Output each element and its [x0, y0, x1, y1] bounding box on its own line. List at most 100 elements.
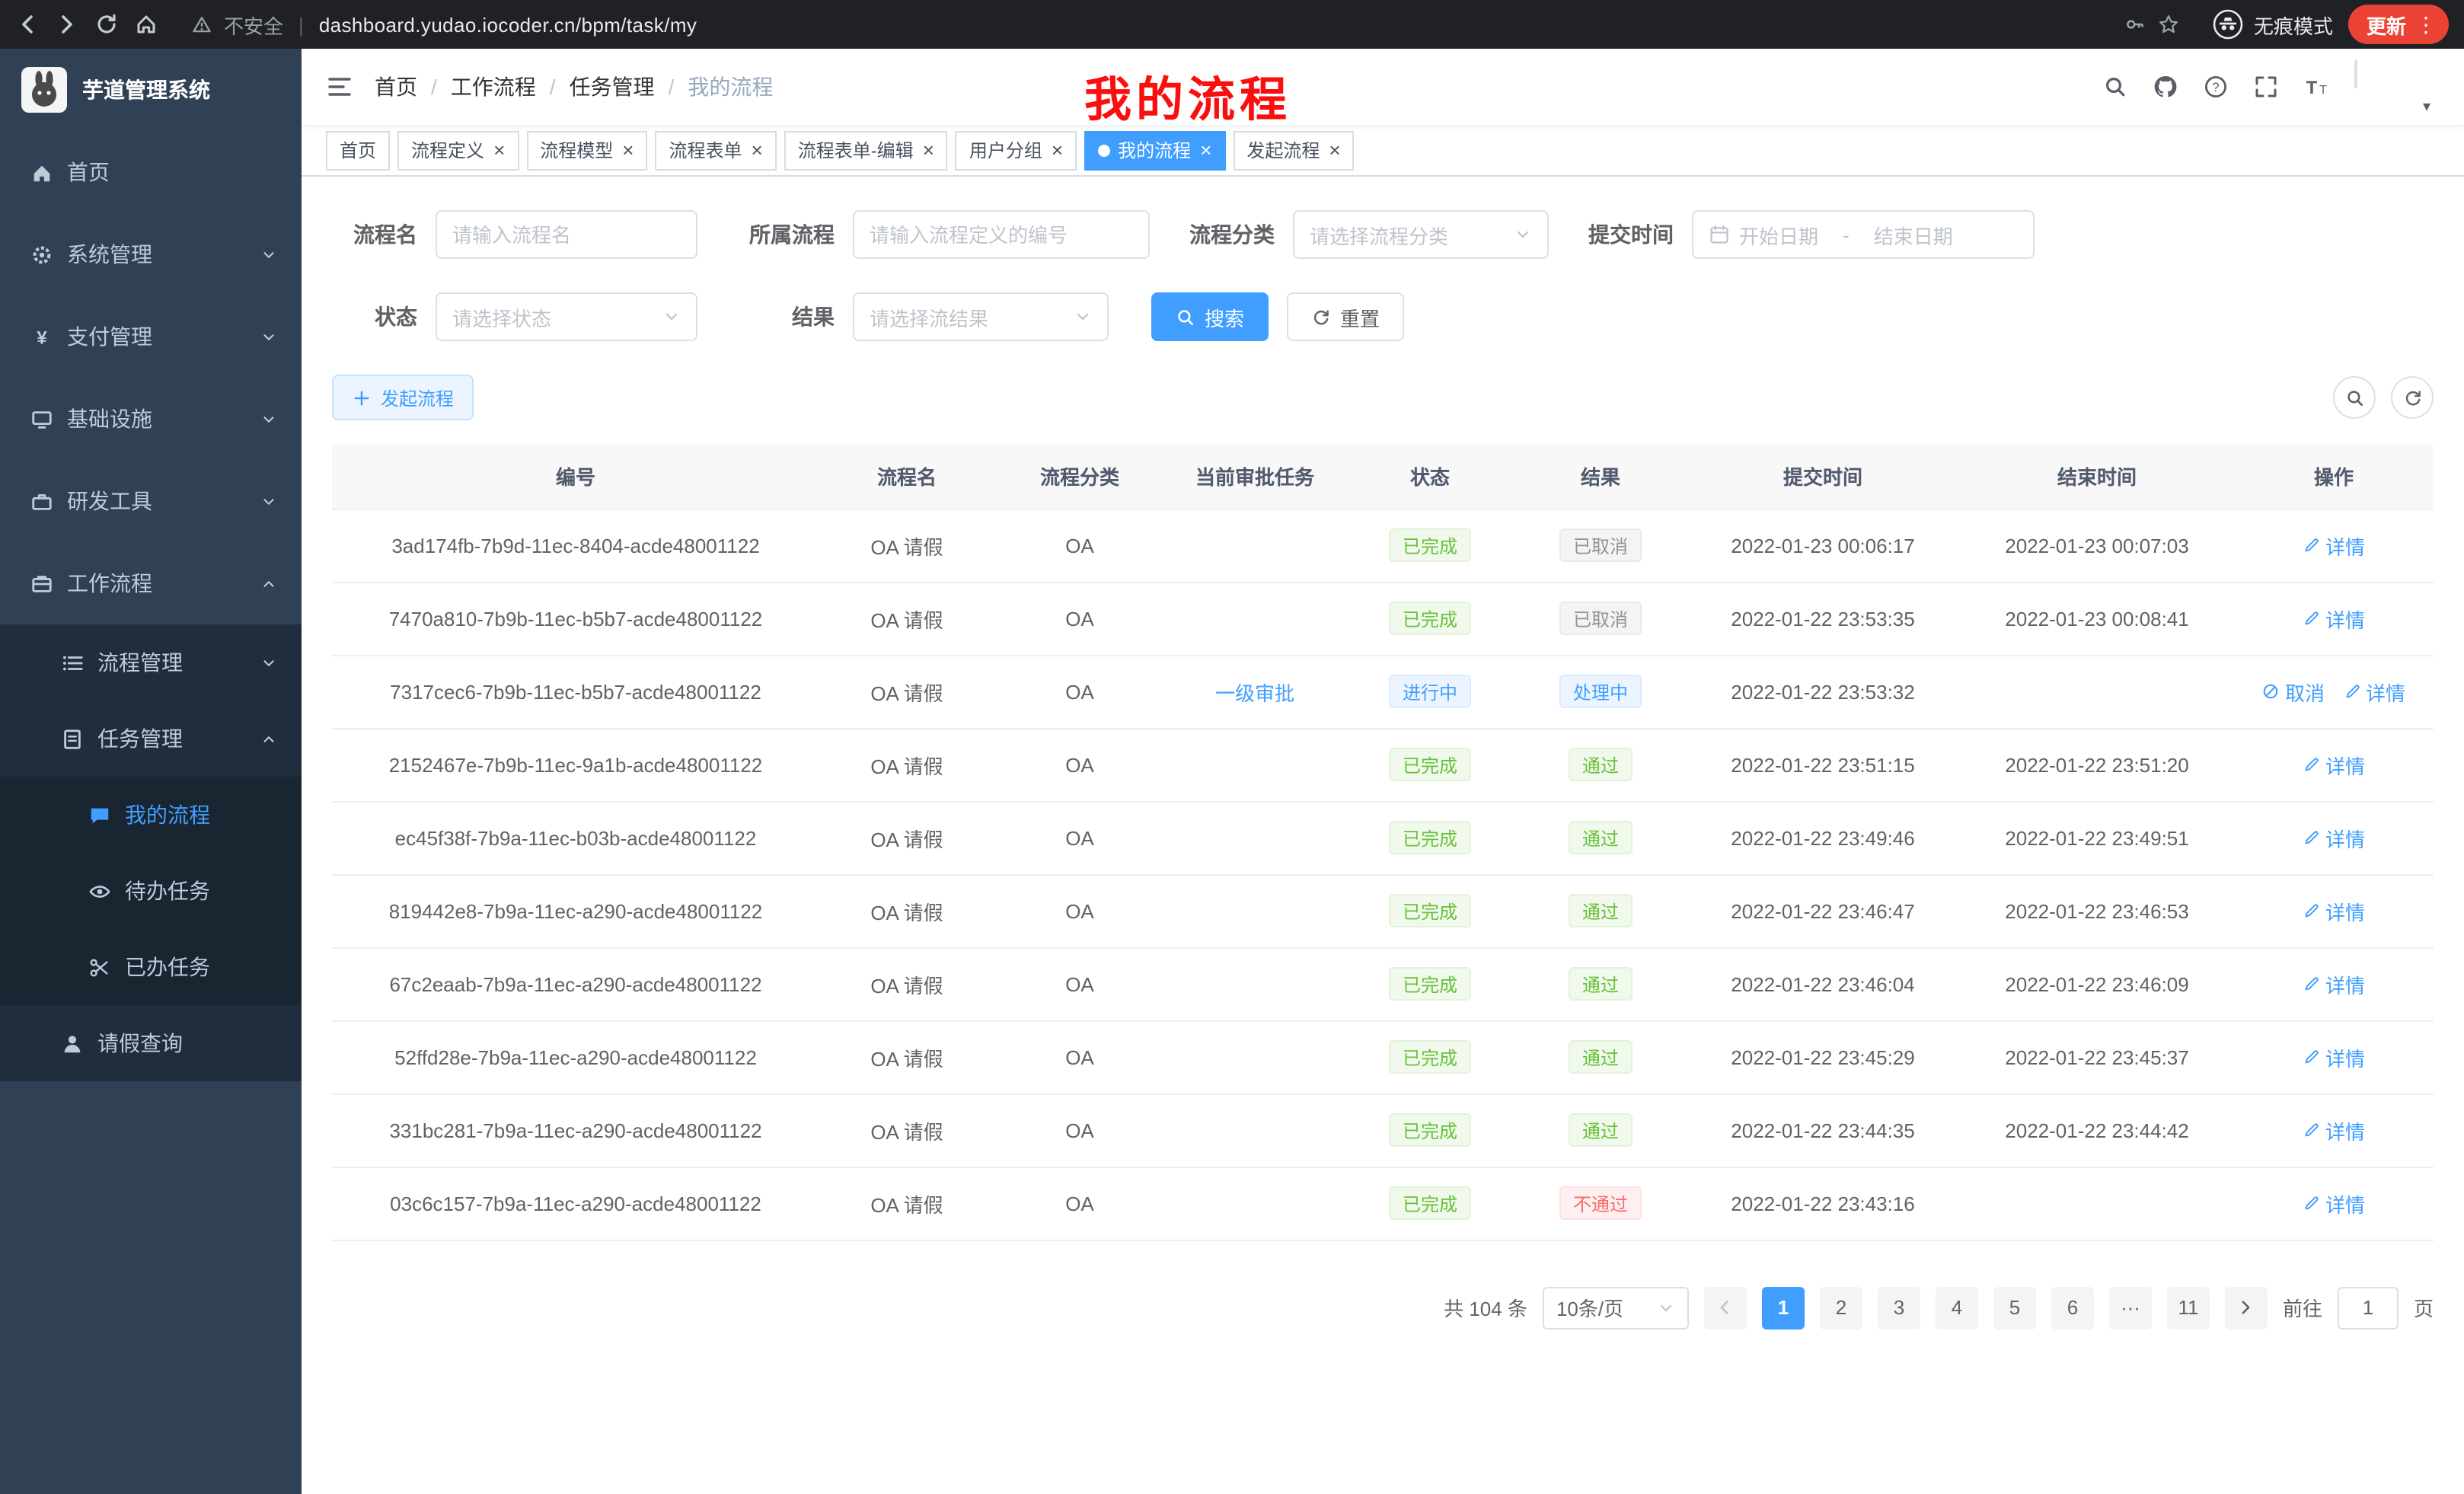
- page-button[interactable]: 4: [1936, 1286, 1978, 1329]
- tab-close-icon[interactable]: ×: [1329, 139, 1340, 161]
- tab-close-icon[interactable]: ×: [923, 139, 934, 161]
- detail-action-link[interactable]: 详情: [2303, 1042, 2365, 1071]
- detail-action-link[interactable]: 详情: [2343, 677, 2405, 706]
- search-icon[interactable]: [2103, 75, 2127, 99]
- sidebar-item[interactable]: 基础设施: [0, 378, 302, 460]
- sidebar-item[interactable]: 请假查询: [0, 1005, 302, 1081]
- font-size-icon[interactable]: TT: [2304, 75, 2328, 99]
- refresh-table-button[interactable]: [2391, 376, 2434, 419]
- next-page-button[interactable]: [2225, 1286, 2268, 1329]
- tab-close-icon[interactable]: ×: [1052, 139, 1063, 161]
- range-separator: -: [1843, 223, 1850, 246]
- column-header: 编号: [332, 445, 819, 509]
- detail-action-link[interactable]: 详情: [2303, 531, 2365, 560]
- result-select[interactable]: 请选择流结果: [853, 292, 1109, 341]
- create-process-button[interactable]: 发起流程: [332, 375, 474, 420]
- home-icon: [30, 161, 53, 184]
- result-tag: 通过: [1569, 967, 1633, 1001]
- process-def-input[interactable]: [853, 210, 1150, 259]
- sidebar-item[interactable]: 流程管理: [0, 624, 302, 701]
- tab-item[interactable]: 用户分组×: [956, 130, 1077, 170]
- sidebar-item[interactable]: ¥支付管理: [0, 295, 302, 378]
- bookmark-star-icon[interactable]: [2158, 14, 2179, 35]
- status-select[interactable]: 请选择状态: [436, 292, 697, 341]
- tab-item[interactable]: 流程模型×: [526, 130, 647, 170]
- cell-process-name: OA 请假: [819, 947, 994, 1020]
- browser-home-icon[interactable]: [134, 12, 158, 37]
- chevron-down-icon: [260, 328, 277, 345]
- tab-close-icon[interactable]: ×: [622, 139, 634, 161]
- tab-item[interactable]: 流程表单×: [655, 130, 776, 170]
- breadcrumb: 首页/工作流程/任务管理/我的流程: [375, 72, 773, 102]
- process-name-input[interactable]: [436, 210, 697, 259]
- sidebar-item[interactable]: 系统管理: [0, 213, 302, 295]
- toggle-search-button[interactable]: [2333, 376, 2376, 419]
- prev-page-button[interactable]: [1704, 1286, 1747, 1329]
- reload-icon[interactable]: [94, 12, 119, 37]
- key-icon[interactable]: [2124, 14, 2146, 35]
- cell-end-time: 2022-01-22 23:51:20: [1960, 728, 2234, 801]
- page-button[interactable]: 6: [2051, 1286, 2094, 1329]
- help-icon[interactable]: ?: [2204, 75, 2228, 99]
- detail-action-link[interactable]: 详情: [2303, 823, 2365, 852]
- goto-page-input[interactable]: [2338, 1286, 2399, 1329]
- tab-item[interactable]: 我的流程×: [1084, 130, 1225, 170]
- detail-action-link[interactable]: 详情: [2303, 1189, 2365, 1218]
- sidebar-item[interactable]: 任务管理: [0, 701, 302, 777]
- tab-close-icon[interactable]: ×: [752, 139, 763, 161]
- update-button[interactable]: 更新 ⋮: [2348, 5, 2449, 44]
- detail-action-link[interactable]: 详情: [2303, 1116, 2365, 1144]
- cell-process-id: 52ffd28e-7b9a-11ec-a290-acde48001122: [332, 1020, 819, 1093]
- address-bar[interactable]: 不安全 | dashboard.yudao.iocoder.cn/bpm/tas…: [174, 3, 2197, 46]
- browser-menu-icon[interactable]: ⋮: [2415, 11, 2437, 37]
- detail-action-link[interactable]: 详情: [2303, 896, 2365, 925]
- sidebar-item[interactable]: 已办任务: [0, 929, 302, 1005]
- sidebar-item[interactable]: 工作流程: [0, 542, 302, 624]
- sidebar-item[interactable]: 首页: [0, 131, 302, 213]
- action-label: 详情: [2325, 1116, 2365, 1144]
- page-button[interactable]: 5: [1993, 1286, 2036, 1329]
- tool-icon: [30, 490, 53, 512]
- page-button[interactable]: 11: [2167, 1286, 2210, 1329]
- sidebar-item[interactable]: 待办任务: [0, 853, 302, 929]
- status-label: 状态: [332, 302, 417, 332]
- detail-action-link[interactable]: 详情: [2303, 969, 2365, 998]
- tab-item[interactable]: 流程定义×: [397, 130, 519, 170]
- sidebar-item[interactable]: 研发工具: [0, 460, 302, 542]
- current-task-link[interactable]: 一级审批: [1215, 682, 1294, 704]
- breadcrumb-item[interactable]: 首页: [375, 72, 417, 102]
- tab-close-icon[interactable]: ×: [1200, 139, 1211, 161]
- page-size-select[interactable]: 10条/页: [1543, 1286, 1689, 1329]
- cancel-action-link[interactable]: 取消: [2262, 677, 2325, 706]
- tab-close-icon[interactable]: ×: [493, 139, 505, 161]
- category-select[interactable]: 请选择流程分类: [1293, 210, 1549, 259]
- detail-action-link[interactable]: 详情: [2303, 604, 2365, 633]
- tab-item[interactable]: 首页: [326, 130, 390, 170]
- breadcrumb-item[interactable]: 工作流程: [451, 72, 536, 102]
- cell-process-id: ec45f38f-7b9a-11ec-b03b-acde48001122: [332, 801, 819, 874]
- more-pages-button[interactable]: ···: [2109, 1286, 2152, 1329]
- tab-item[interactable]: 发起流程×: [1233, 130, 1354, 170]
- page-button[interactable]: 3: [1878, 1286, 1920, 1329]
- back-icon[interactable]: [15, 12, 40, 37]
- column-header: 结束时间: [1960, 445, 2234, 509]
- breadcrumb-item[interactable]: 任务管理: [570, 72, 655, 102]
- forward-icon[interactable]: [55, 12, 79, 37]
- cell-category: OA: [994, 947, 1165, 1020]
- page-button[interactable]: 1: [1762, 1286, 1805, 1329]
- sidebar-toggle-icon[interactable]: [326, 73, 353, 101]
- fullscreen-icon[interactable]: [2254, 75, 2278, 99]
- page-button[interactable]: 2: [1820, 1286, 1862, 1329]
- github-icon[interactable]: [2153, 75, 2178, 99]
- submit-time-range[interactable]: 开始日期 - 结束日期: [1692, 210, 2035, 259]
- tab-item[interactable]: 流程表单-编辑×: [784, 130, 948, 170]
- search-button[interactable]: 搜索: [1151, 292, 1269, 341]
- reset-button[interactable]: 重置: [1287, 292, 1404, 341]
- cell-current-task: [1165, 1093, 1345, 1167]
- app-logo[interactable]: 芋道管理系统: [0, 49, 302, 131]
- user-avatar[interactable]: ▾: [2354, 61, 2424, 113]
- tab-label: 首页: [340, 137, 376, 163]
- security-warning-icon[interactable]: [192, 14, 212, 34]
- detail-action-link[interactable]: 详情: [2303, 750, 2365, 779]
- sidebar-item[interactable]: 我的流程: [0, 777, 302, 853]
